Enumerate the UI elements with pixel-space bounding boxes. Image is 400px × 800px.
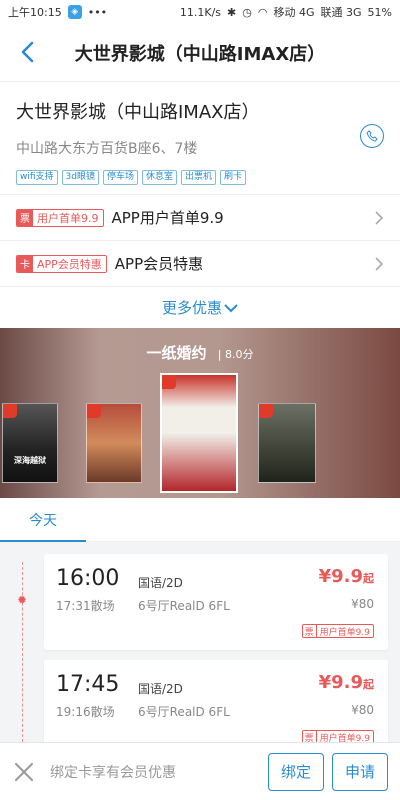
feature-tags: wifi支持 3d眼镜 停车场 休息室 出票机 刷卡 xyxy=(16,170,384,185)
showtime-card[interactable]: 16:00 17:31散场 国语/2D 6号厅RealD 6FL ¥9.9起 ¥… xyxy=(44,554,388,650)
offer-member[interactable]: 卡 APP会员特惠 APP会员特惠 xyxy=(0,240,400,286)
chevron-right-icon xyxy=(375,256,384,271)
status-left: 上午10:15 ◈ ••• xyxy=(8,4,107,20)
offer-badge: 票 用户首单9.9 xyxy=(16,208,104,227)
ticket-icon: 票 xyxy=(17,209,33,226)
feature-tag: 休息室 xyxy=(142,170,178,185)
battery-level: 51% xyxy=(367,5,392,19)
showtime-price: ¥9.9起 xyxy=(319,566,374,587)
showtime-language: 国语/2D xyxy=(138,576,183,590)
feature-tag: 停车场 xyxy=(102,170,138,185)
chevron-right-icon xyxy=(375,210,384,225)
poster-badge-icon xyxy=(162,375,176,389)
movie-poster[interactable] xyxy=(258,403,316,483)
showtime-start: 16:00 xyxy=(56,566,120,591)
carrier-1: 移动 4G xyxy=(273,6,315,19)
bind-button[interactable]: 绑定 xyxy=(267,752,324,791)
movie-poster[interactable]: 深海越狱 xyxy=(2,403,58,483)
sun-icon: ✹ xyxy=(16,593,28,607)
badge-text: 用户首单9.9 xyxy=(319,627,370,638)
status-right: 11.1K/s ✱ ◷ ◠ 移动 4G 联通 3G 51% xyxy=(180,4,392,20)
showtime-price: ¥9.9起 xyxy=(319,672,374,693)
close-button[interactable] xyxy=(12,760,36,784)
featured-movie-title-row: 一纸婚约 | 8.0分 xyxy=(0,342,400,363)
network-speed: 11.1K/s xyxy=(179,5,222,19)
offer-badge-text: 用户首单9.9 xyxy=(37,211,99,225)
offer-label: APP会员特惠 xyxy=(114,255,204,273)
offer-first-order[interactable]: 票 用户首单9.9 APP用户首单9.9 xyxy=(0,194,400,240)
showtime-start: 17:45 xyxy=(56,672,120,697)
showtime-end: 17:31散场 xyxy=(56,599,115,613)
movie-poster[interactable] xyxy=(86,403,142,483)
showtime-card[interactable]: 17:45 19:16散场 国语/2D 6号厅RealD 6FL ¥9.9起 ¥… xyxy=(44,660,388,742)
date-tabs: 今天 xyxy=(0,498,400,542)
alarm-icon: ◷ xyxy=(242,5,252,19)
back-button[interactable] xyxy=(14,38,42,66)
notification-icon: ◈ xyxy=(67,5,82,19)
feature-tag: 3d眼镜 xyxy=(61,170,99,185)
cinema-info: 大世界影城（中山路IMAX店） 中山路大东方百货B座6、7楼 wifi支持 3d… xyxy=(0,84,400,194)
score-value: 8.0分 xyxy=(224,348,254,361)
cinema-name: 大世界影城（中山路IMAX店） xyxy=(16,102,260,123)
feature-tag: 出票机 xyxy=(181,170,217,185)
showtime-original-price: ¥80 xyxy=(351,703,374,717)
nav-header: 大世界影城（中山路IMAX店） xyxy=(0,24,400,82)
wifi-icon: ◠ xyxy=(257,5,268,19)
offer-label: APP用户首单9.9 xyxy=(111,209,224,227)
status-time: 上午10:15 xyxy=(8,6,62,19)
cinema-address: 中山路大东方百货B座6、7楼 xyxy=(16,141,198,157)
poster-badge-icon xyxy=(3,404,17,418)
poster-badge-icon xyxy=(87,404,101,418)
price-suffix: 起 xyxy=(363,678,374,691)
bottom-bar: 绑定卡享有会员优惠 绑定 申请 xyxy=(0,742,400,800)
showtime-hall: 6号厅RealD 6FL xyxy=(138,599,230,613)
chevron-left-icon xyxy=(21,41,34,63)
ticket-icon: 票 xyxy=(302,731,317,742)
chevron-down-icon xyxy=(224,303,238,312)
showtime-offer-badge: 票 用户首单9.9 xyxy=(301,624,374,638)
timeline-line xyxy=(22,562,23,742)
card-icon: 卡 xyxy=(17,255,33,272)
featured-movie-title: 一纸婚约 xyxy=(146,344,207,362)
apply-button[interactable]: 申请 xyxy=(331,752,388,791)
more-offers-label: 更多优惠 xyxy=(161,299,222,317)
feature-tag: wifi支持 xyxy=(16,170,58,185)
price-value: ¥9.9 xyxy=(318,672,363,693)
showtime-offer-badge: 票 用户首单9.9 xyxy=(301,730,374,743)
more-dots-icon: ••• xyxy=(87,5,108,19)
poster-title: 深海越狱 xyxy=(14,456,46,465)
price-suffix: 起 xyxy=(363,572,374,585)
offer-badge: 卡 APP会员特惠 xyxy=(16,254,107,273)
price-value: ¥9.9 xyxy=(318,566,363,587)
offer-badge-text: APP会员特惠 xyxy=(37,257,102,271)
phone-button[interactable] xyxy=(360,124,384,148)
page-title: 大世界影城（中山路IMAX店） xyxy=(74,43,326,65)
badge-text: 用户首单9.9 xyxy=(319,733,370,743)
carrier-2: 联通 3G xyxy=(320,6,362,19)
phone-icon xyxy=(366,130,378,142)
feature-tag: 刷卡 xyxy=(220,170,247,185)
movie-poster-selected[interactable] xyxy=(160,373,238,493)
showtime-hall: 6号厅RealD 6FL xyxy=(138,705,230,719)
tab-today[interactable]: 今天 xyxy=(0,498,86,542)
poster-carousel[interactable]: 一纸婚约 | 8.0分 深海越狱 xyxy=(0,328,400,498)
status-bar: 上午10:15 ◈ ••• 11.1K/s ✱ ◷ ◠ 移动 4G 联通 3G … xyxy=(0,0,400,24)
showtime-original-price: ¥80 xyxy=(351,597,374,611)
bind-card-hint: 绑定卡享有会员优惠 xyxy=(50,764,176,781)
bluetooth-icon: ✱ xyxy=(227,5,237,19)
showtime-language: 国语/2D xyxy=(138,682,183,696)
showtime-end: 19:16散场 xyxy=(56,705,115,719)
featured-movie-score: | 8.0分 xyxy=(217,348,254,361)
more-offers-button[interactable]: 更多优惠 xyxy=(0,286,400,328)
ticket-icon: 票 xyxy=(302,625,317,637)
showtime-list: ✹ 16:00 17:31散场 国语/2D 6号厅RealD 6FL ¥9.9起… xyxy=(0,542,400,742)
close-icon xyxy=(15,762,33,781)
poster-badge-icon xyxy=(259,404,273,418)
